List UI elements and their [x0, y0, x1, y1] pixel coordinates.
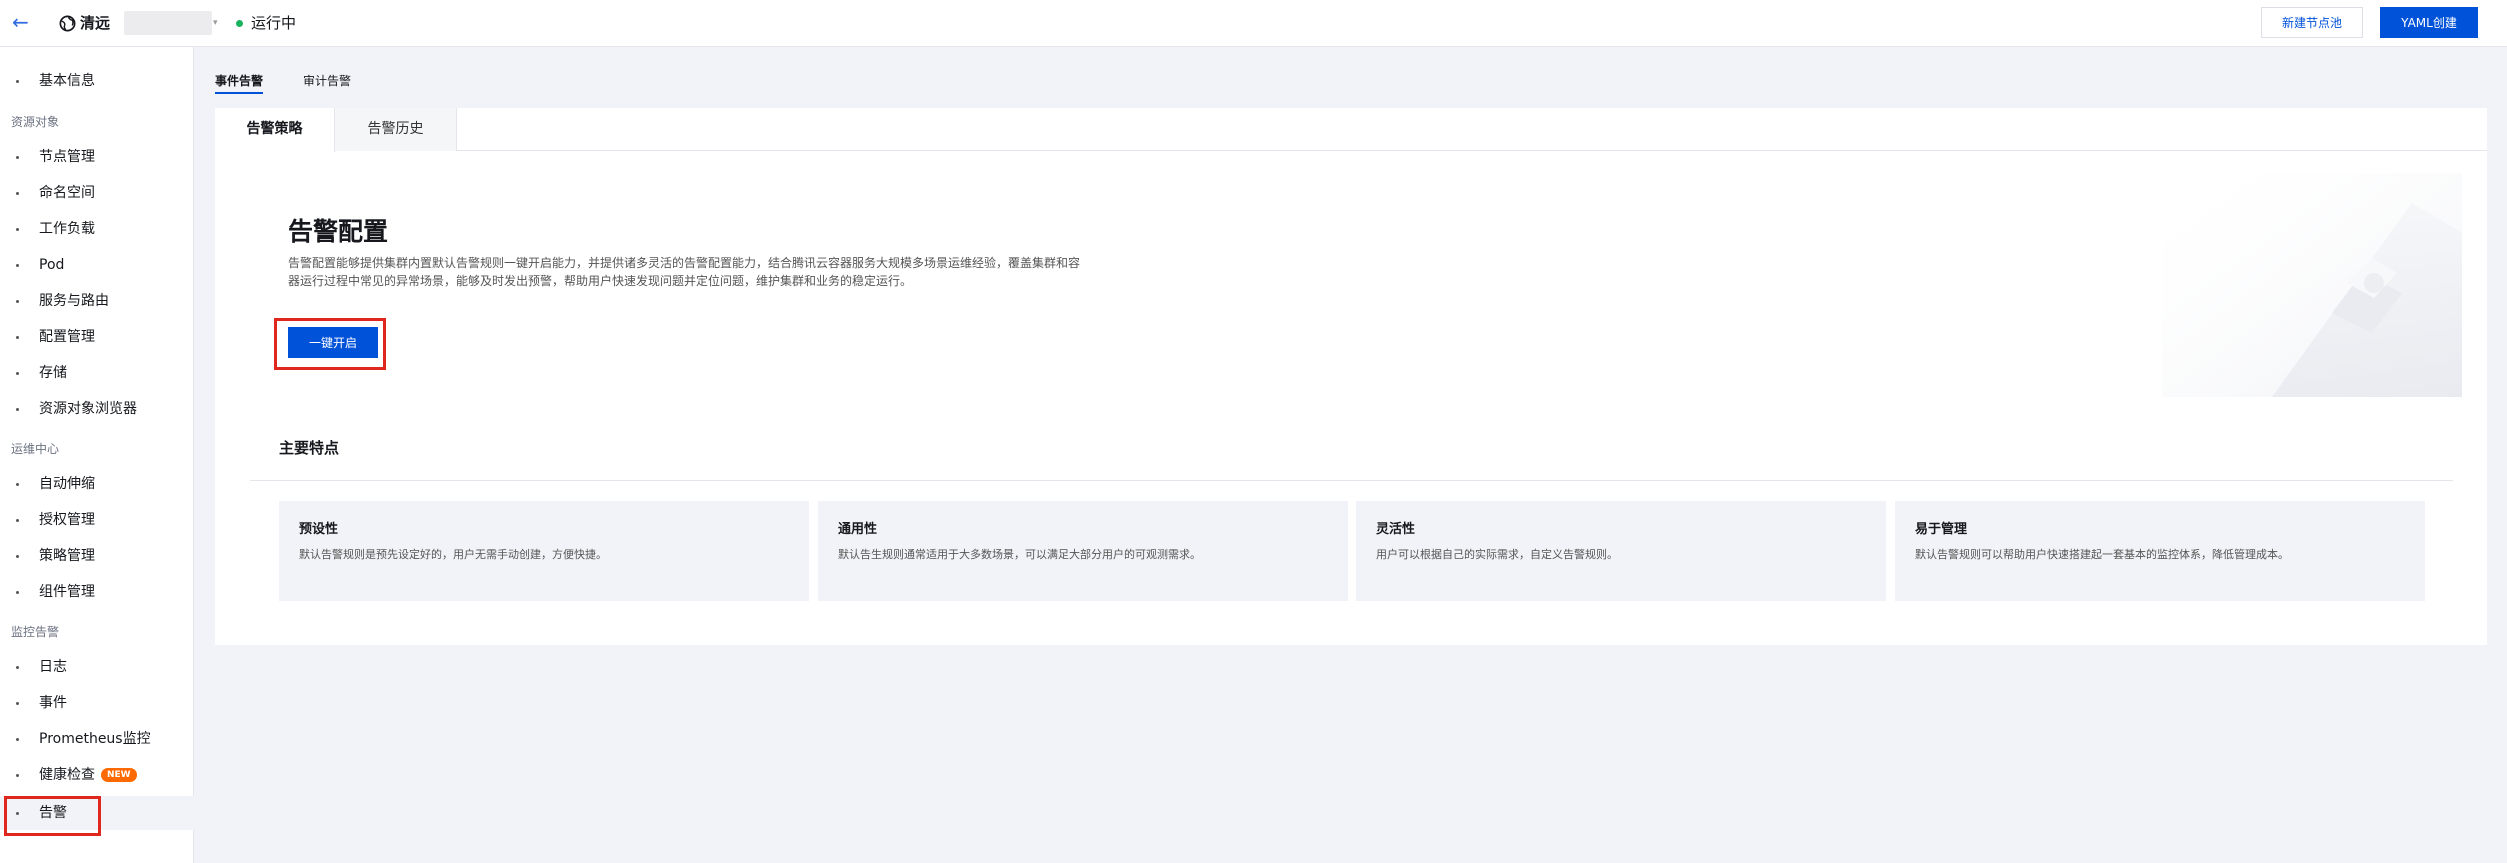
sidebar-item-policy[interactable]: 策略管理: [0, 539, 194, 573]
feature-title: 易于管理: [1915, 522, 1968, 537]
bullet-icon: [16, 591, 19, 594]
sidebar-item-autoscale[interactable]: 自动伸缩: [0, 467, 194, 501]
bullet-icon: [16, 483, 19, 486]
bullet-icon: [16, 372, 19, 375]
sidebar-group-ops: 运维中心: [11, 442, 60, 456]
sidebar-item-events[interactable]: 事件: [0, 686, 194, 720]
bullet-icon: [16, 192, 19, 195]
bullet-icon: [16, 300, 19, 303]
sidebar-item-logs[interactable]: 日志: [0, 650, 194, 684]
tab-alarm-policy[interactable]: 告警策略: [215, 108, 335, 152]
feature-title: 通用性: [838, 522, 878, 537]
sidebar-item-nodes[interactable]: 节点管理: [0, 140, 194, 174]
tab-alarm-history[interactable]: 告警历史: [335, 108, 457, 151]
policy-tabs: 告警策略 告警历史: [215, 108, 2487, 152]
page-title: 告警配置: [288, 217, 389, 246]
sidebar: 基本信息 资源对象 节点管理 命名空间 工作负载 Pod 服务与路由 配置管理 …: [0, 47, 194, 863]
sidebar-item-storage[interactable]: 存储: [0, 356, 194, 390]
sidebar-item-addons[interactable]: 组件管理: [0, 575, 194, 609]
sidebar-item-auth[interactable]: 授权管理: [0, 503, 194, 537]
feature-title: 灵活性: [1376, 522, 1416, 537]
feature-title: 预设性: [299, 522, 339, 537]
top-bar: ← 清远 ▾ 运行中 新建节点池 YAML创建: [0, 0, 2507, 47]
sidebar-item-basic-info[interactable]: 基本信息: [0, 64, 194, 98]
bullet-icon: [16, 408, 19, 411]
sidebar-item-namespaces[interactable]: 命名空间: [0, 176, 194, 210]
tab-audit-alarm[interactable]: 审计告警: [303, 71, 351, 91]
bullet-icon: [16, 336, 19, 339]
sidebar-item-config[interactable]: 配置管理: [0, 320, 194, 354]
bullet-icon: [16, 228, 19, 231]
hero-illustration-icon: [2162, 173, 2462, 397]
bullet-icon: [16, 666, 19, 669]
enable-one-click-button[interactable]: 一键开启: [288, 327, 378, 358]
yaml-create-button[interactable]: YAML创建: [2380, 7, 2478, 38]
status-dot-icon: [236, 20, 243, 27]
feature-card: 灵活性 用户可以根据自己的实际需求，自定义告警规则。: [1356, 501, 1886, 601]
bullet-icon: [16, 774, 19, 777]
sidebar-item-health-check[interactable]: 健康检查 NEW: [0, 758, 194, 792]
feature-card: 通用性 默认告生规则通常适用于大多数场景，可以满足大部分用户的可观测需求。: [818, 501, 1348, 601]
cluster-status: 运行中: [251, 14, 297, 32]
cluster-name: 清远: [80, 14, 111, 32]
sidebar-item-resource-browser[interactable]: 资源对象浏览器: [0, 392, 194, 426]
active-tab-underline: [215, 92, 263, 94]
sidebar-item-workloads[interactable]: 工作负载: [0, 212, 194, 246]
sidebar-item-services[interactable]: 服务与路由: [0, 284, 194, 318]
caret-down-icon[interactable]: ▾: [213, 18, 218, 28]
cluster-id-redacted: [124, 11, 212, 35]
bullet-icon: [16, 80, 19, 83]
bullet-icon: [16, 264, 19, 267]
tab-event-alarm[interactable]: 事件告警: [215, 71, 263, 91]
feature-desc: 默认告警规则可以帮助用户快速搭建起一套基本的监控体系，降低管理成本。: [1915, 548, 2289, 561]
sidebar-group-resources: 资源对象: [11, 115, 60, 129]
feature-desc: 用户可以根据自己的实际需求，自定义告警规则。: [1376, 548, 1618, 561]
bullet-icon: [16, 555, 19, 558]
sidebar-item-prometheus[interactable]: Prometheus监控: [0, 722, 194, 756]
new-node-pool-button[interactable]: 新建节点池: [2261, 7, 2363, 38]
alarm-card: 告警策略 告警历史 告警配置 告警配置能够提供集群内置默认告警规则一键开启能力，…: [215, 108, 2487, 645]
new-badge: NEW: [101, 768, 137, 782]
features-title: 主要特点: [279, 439, 340, 457]
feature-desc: 默认告生规则通常适用于大多数场景，可以满足大部分用户的可观测需求。: [838, 548, 1201, 561]
bullet-icon: [16, 738, 19, 741]
sidebar-item-pod[interactable]: Pod: [0, 248, 194, 282]
feature-desc: 默认告警规则是预先设定好的，用户无需手动创建，方便快捷。: [299, 548, 607, 561]
back-arrow-icon[interactable]: ←: [12, 11, 29, 33]
bullet-icon: [16, 156, 19, 159]
feature-card: 预设性 默认告警规则是预先设定好的，用户无需手动创建，方便快捷。: [279, 501, 809, 601]
hero-description: 告警配置能够提供集群内置默认告警规则一键开启能力，并提供诸多灵活的告警配置能力，…: [288, 256, 1081, 288]
bullet-icon: [16, 519, 19, 522]
bullet-icon: [16, 702, 19, 705]
sidebar-item-alarm[interactable]: 告警: [0, 796, 194, 830]
divider: [250, 480, 2453, 481]
globe-icon: [59, 15, 76, 32]
feature-card: 易于管理 默认告警规则可以帮助用户快速搭建起一套基本的监控体系，降低管理成本。: [1895, 501, 2425, 601]
sidebar-group-monitoring: 监控告警: [11, 625, 60, 639]
bullet-icon: [16, 812, 19, 815]
